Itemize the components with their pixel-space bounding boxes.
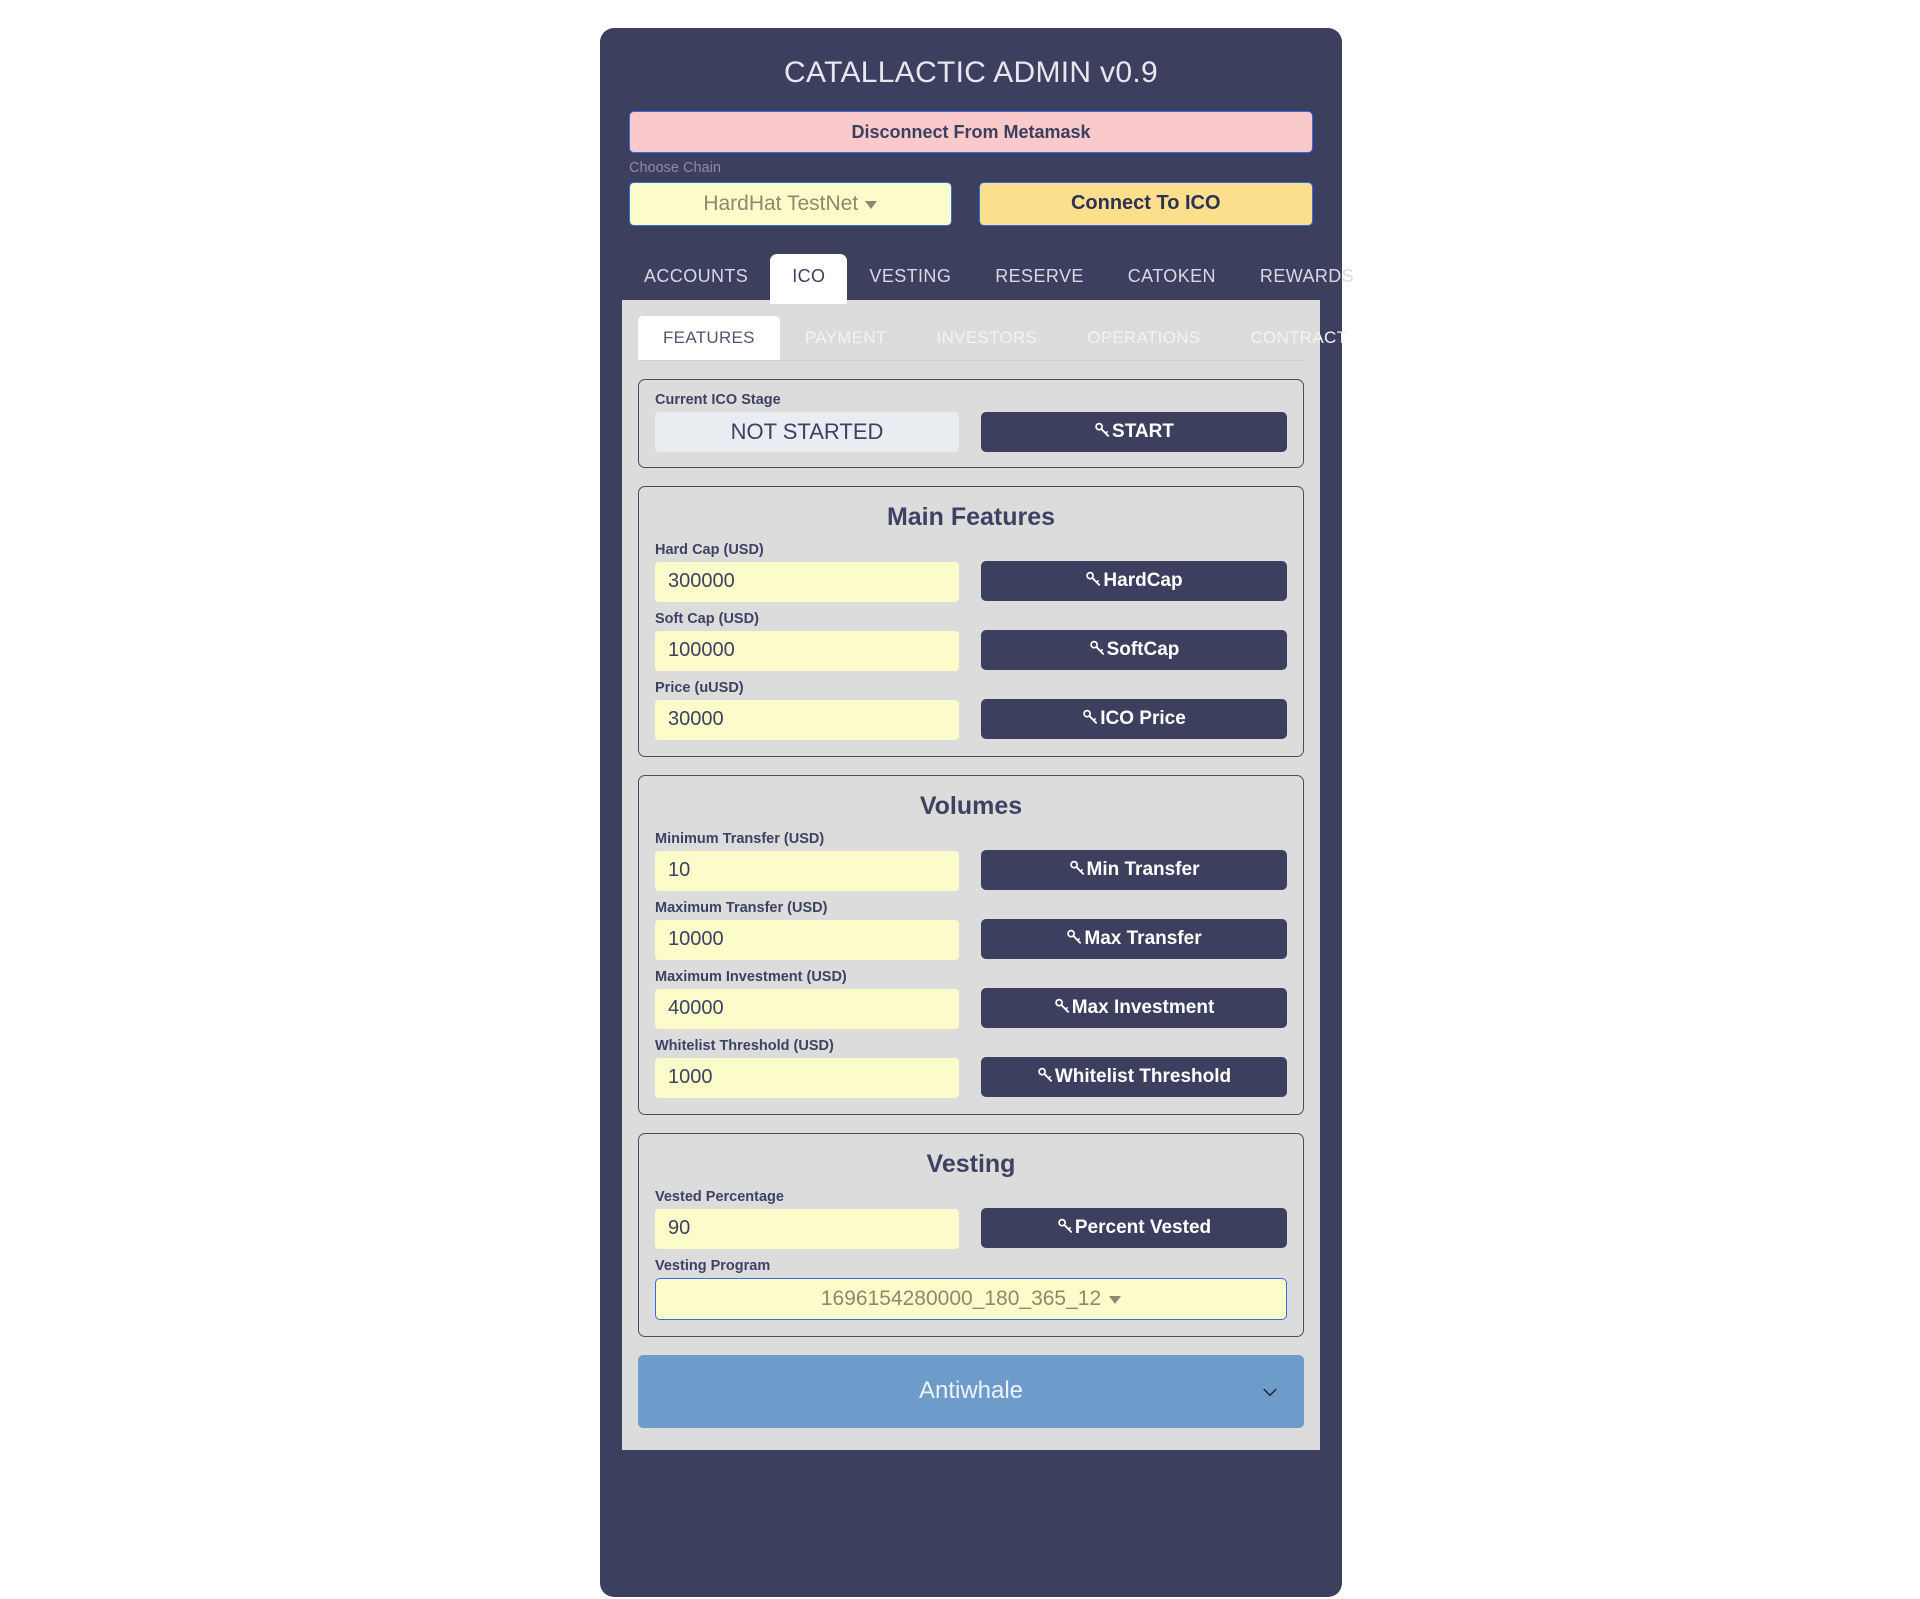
field-row-max-investment: Maximum Investment (USD) 40000 Max Inves… <box>655 969 1287 1029</box>
key-icon <box>1082 709 1099 726</box>
start-ico-button-label: START <box>1112 420 1174 442</box>
field-row-percent-vested: Vested Percentage 90 Percent Vested <box>655 1189 1287 1249</box>
subtab-payment[interactable]: PAYMENT <box>780 316 912 360</box>
antiwhale-label: Antiwhale <box>918 1377 1024 1405</box>
key-icon <box>1037 1067 1054 1084</box>
current-ico-stage-label: Current ICO Stage <box>655 391 781 408</box>
price-input[interactable] <box>655 699 959 740</box>
max-transfer-button-label: Max Transfer <box>1084 927 1202 949</box>
vesting-section: Vesting Vested Percentage 90 Percent Ves… <box>638 1132 1304 1337</box>
hardcap-button[interactable]: HardCap <box>981 560 1287 601</box>
field-row-max-transfer: Maximum Transfer (USD) 10000 Max Transfe… <box>655 900 1287 960</box>
volumes-title: Volumes <box>919 791 1023 820</box>
sub-tab-bar: FEATURES PAYMENT INVESTORS OPERATIONS CO… <box>638 315 1347 361</box>
main-features-title: Main Features <box>886 502 1056 531</box>
tab-vesting[interactable]: VESTING <box>847 254 973 300</box>
percent-vested-button[interactable]: Percent Vested <box>981 1207 1287 1248</box>
start-ico-button[interactable]: START <box>981 411 1287 452</box>
top-actions: Disconnect From Metamask Choose Chain Ha… <box>600 111 1342 226</box>
volumes-section: Volumes Minimum Transfer (USD) 10 Min Tr… <box>638 774 1304 1115</box>
main-features-section: Main Features Hard Cap (USD) 300000 Hard… <box>638 485 1304 757</box>
tab-ico[interactable]: ICO <box>770 253 848 304</box>
whitelist-threshold-input[interactable] <box>655 1057 959 1098</box>
ico-price-button[interactable]: ICO Price <box>981 698 1287 739</box>
screen-root: CATALLACTIC ADMIN v0.9 Disconnect From M… <box>0 0 1920 1599</box>
main-tab-bar: ACCOUNTS ICO VESTING RESERVE CATOKEN REW… <box>600 253 1354 304</box>
field-row-hardcap: Hard Cap (USD) Ha <box>655 542 1287 602</box>
min-transfer-button-label: Min Transfer <box>1086 858 1200 880</box>
maximum-investment-label: Maximum Investment (USD) <box>655 968 847 985</box>
key-icon <box>1069 860 1086 877</box>
chain-row: HardHat TestNet Connect To ICO <box>629 181 1313 226</box>
key-icon <box>1057 1218 1074 1235</box>
subtab-features[interactable]: FEATURES <box>638 315 780 360</box>
hard-cap-input[interactable] <box>655 561 959 602</box>
field-row-ico-price: Price (uUSD) ICO <box>655 680 1287 740</box>
subtab-operations[interactable]: OPERATIONS <box>1062 316 1225 360</box>
subtab-investors[interactable]: INVESTORS <box>912 316 1063 360</box>
minimum-transfer-input[interactable] <box>655 850 959 891</box>
min-transfer-button[interactable]: Min Transfer <box>981 849 1287 890</box>
key-icon <box>1085 571 1102 588</box>
page-title: CATALLACTIC ADMIN v0.9 <box>784 56 1158 89</box>
tab-catoken[interactable]: CATOKEN <box>1106 254 1238 300</box>
maximum-transfer-input[interactable] <box>655 919 959 960</box>
content-panel: FEATURES PAYMENT INVESTORS OPERATIONS CO… <box>622 299 1347 1450</box>
whitelist-threshold-button-label: Whitelist Threshold <box>1054 1065 1232 1087</box>
subtab-contract[interactable]: CONTRACT <box>1225 316 1372 360</box>
antiwhale-accordion[interactable]: Antiwhale <box>638 1354 1304 1428</box>
vesting-title: Vesting <box>926 1149 1016 1178</box>
soft-cap-label: Soft Cap (USD) <box>655 610 759 627</box>
vested-percentage-label: Vested Percentage <box>655 1188 784 1205</box>
chevron-down-icon <box>1260 1381 1280 1401</box>
key-icon <box>1089 640 1106 657</box>
caret-down-icon <box>865 201 878 210</box>
price-label: Price (uUSD) <box>655 679 744 696</box>
key-icon <box>1066 929 1083 946</box>
whitelist-threshold-button[interactable]: Whitelist Threshold <box>981 1056 1287 1097</box>
field-row-whitelist-threshold: Whitelist Threshold (USD) 1000 Whitelist… <box>655 1038 1287 1098</box>
field-row-softcap: Soft Cap (USD) So <box>655 611 1287 671</box>
disconnect-from-metamask-button[interactable]: Disconnect From Metamask <box>629 111 1313 153</box>
maximum-investment-input[interactable] <box>655 988 959 1029</box>
hard-cap-label: Hard Cap (USD) <box>655 541 764 558</box>
minimum-transfer-label: Minimum Transfer (USD) <box>655 830 825 847</box>
current-ico-stage-section: Current ICO Stage NOT STARTED START <box>638 378 1304 468</box>
whitelist-threshold-label: Whitelist Threshold (USD) <box>655 1037 834 1054</box>
soft-cap-input[interactable] <box>655 630 959 671</box>
connect-to-ico-button[interactable]: Connect To ICO <box>978 181 1313 226</box>
softcap-button[interactable]: SoftCap <box>981 629 1287 670</box>
max-investment-button-label: Max Investment <box>1071 996 1215 1018</box>
chain-select[interactable]: HardHat TestNet <box>629 181 952 226</box>
maximum-transfer-label: Maximum Transfer (USD) <box>655 899 828 916</box>
vesting-program-group: Vesting Program 1696154280000_180_365_12 <box>655 1258 1287 1320</box>
choose-chain-label: Choose Chain <box>629 160 721 176</box>
chain-select-value: HardHat TestNet <box>703 191 859 215</box>
tab-rewards[interactable]: REWARDS <box>1238 254 1376 300</box>
tab-accounts[interactable]: ACCOUNTS <box>622 254 770 300</box>
percent-vested-button-label: Percent Vested <box>1074 1216 1212 1238</box>
vested-percentage-input[interactable] <box>655 1208 959 1249</box>
key-icon <box>1054 998 1071 1015</box>
vesting-program-select[interactable]: 1696154280000_180_365_12 <box>655 1277 1287 1320</box>
caret-down-icon <box>1109 1296 1122 1305</box>
tab-reserve[interactable]: RESERVE <box>973 254 1106 300</box>
softcap-button-label: SoftCap <box>1106 638 1180 660</box>
current-ico-stage-value: NOT STARTED <box>655 411 959 452</box>
key-icon <box>1094 422 1111 439</box>
ico-price-button-label: ICO Price <box>1100 707 1186 729</box>
app-card: CATALLACTIC ADMIN v0.9 Disconnect From M… <box>600 28 1354 1597</box>
hardcap-button-label: HardCap <box>1103 569 1183 591</box>
field-row-min-transfer: Minimum Transfer (USD) 10 Min Transfer <box>655 831 1287 891</box>
vesting-program-label: Vesting Program <box>655 1257 771 1274</box>
vesting-program-value: 1696154280000_180_365_12 <box>820 1286 1102 1310</box>
max-transfer-button[interactable]: Max Transfer <box>981 918 1287 959</box>
max-investment-button[interactable]: Max Investment <box>981 987 1287 1028</box>
